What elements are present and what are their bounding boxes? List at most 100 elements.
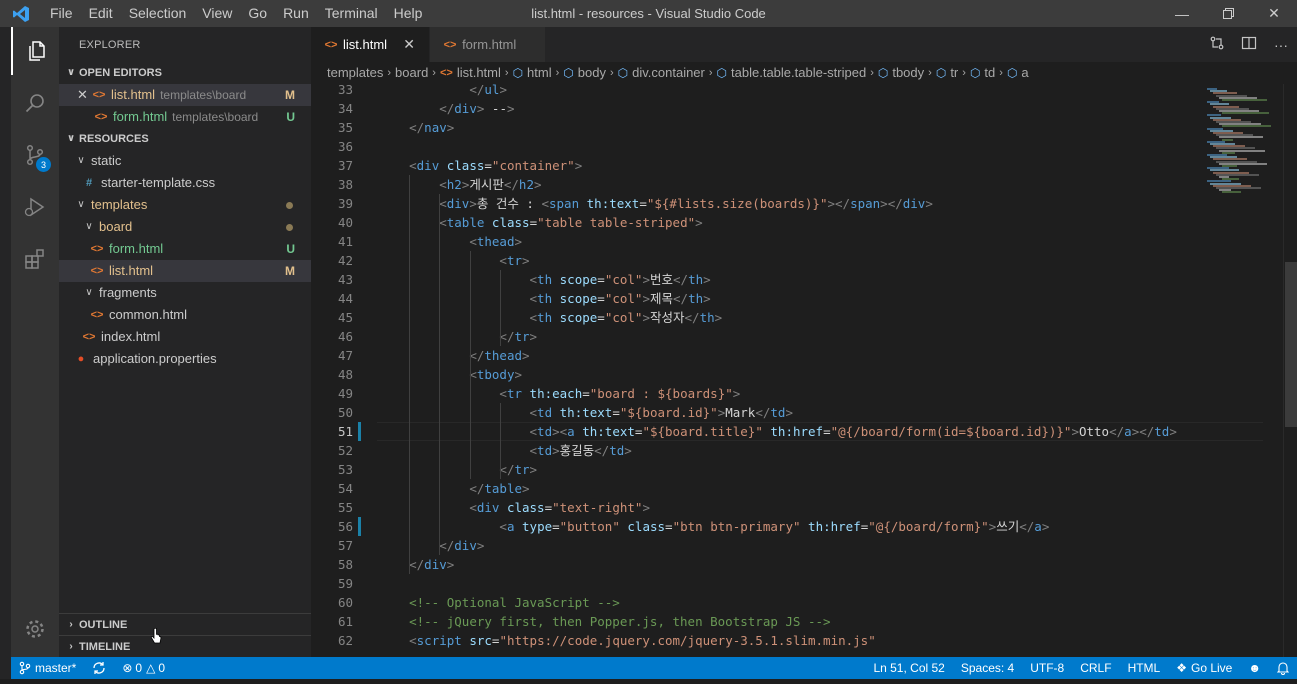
vertical-scrollbar[interactable]	[1283, 84, 1297, 657]
notifications-bell-icon[interactable]	[1269, 657, 1297, 679]
code-line[interactable]: </tr>	[379, 327, 537, 346]
code-line[interactable]: <td>홍길동</td>	[379, 441, 632, 460]
symbol-element-icon: ⬡	[1006, 66, 1018, 80]
language-mode[interactable]: HTML	[1120, 657, 1169, 679]
source-control-icon[interactable]: 3	[11, 131, 59, 179]
code-line[interactable]: </nav>	[379, 118, 454, 137]
code-line[interactable]: </ul>	[379, 84, 507, 99]
code-line[interactable]: </tr>	[379, 460, 537, 479]
search-icon[interactable]	[11, 79, 59, 127]
more-actions-icon[interactable]: ···	[1265, 37, 1297, 53]
code-line[interactable]: </div>	[379, 536, 484, 555]
minimize-icon[interactable]: —	[1159, 0, 1205, 27]
code-line[interactable]: <a type="button" class="btn btn-primary"…	[379, 517, 1049, 536]
cursor-position[interactable]: Ln 51, Col 52	[865, 657, 952, 679]
settings-gear-icon[interactable]	[11, 605, 59, 653]
scrollbar-thumb[interactable]	[1285, 262, 1297, 427]
code-line[interactable]: <tr>	[379, 251, 529, 270]
open-editors-header[interactable]: ∨ OPEN EDITORS	[59, 62, 311, 84]
html-file-icon: <>	[443, 38, 457, 51]
tree-folder-board[interactable]: ∨ board	[59, 216, 311, 238]
code-line[interactable]: </div>	[379, 555, 454, 574]
breadcrumb-item[interactable]: › ⬡ td	[958, 62, 995, 84]
code-line[interactable]: <th scope="col">작성자</th>	[379, 308, 723, 327]
breadcrumb-item[interactable]: templates	[327, 62, 383, 84]
encoding-status[interactable]: UTF-8	[1022, 657, 1072, 679]
css-file-icon: #	[85, 177, 93, 189]
menu-go[interactable]: Go	[240, 0, 275, 27]
menu-file[interactable]: File	[42, 0, 81, 27]
run-debug-icon[interactable]	[11, 183, 59, 231]
code-line[interactable]: </thead>	[379, 346, 529, 365]
code-line[interactable]: </table>	[379, 479, 529, 498]
branch-status[interactable]: master*	[11, 657, 84, 679]
problems-status[interactable]: ⊗ 0 △ 0	[114, 657, 173, 679]
menu-edit[interactable]: Edit	[81, 0, 121, 27]
breadcrumb-item[interactable]: › ⬡ a	[995, 62, 1028, 84]
tree-file-form-html[interactable]: <> form.html U	[59, 238, 311, 260]
code-editor[interactable]: 33 34 35 36 37 38 39 40 41 42 43 44 45 46 47 48 49 50 51 52…	[311, 84, 1297, 657]
code-line[interactable]: <td><a th:text="${board.title}" th:href=…	[379, 422, 1177, 441]
breadcrumb-item[interactable]: › ⬡ body	[552, 62, 606, 84]
go-live-button[interactable]: ❖ Go Live	[1168, 657, 1240, 679]
breadcrumb-item[interactable]: › ⬡ table.table.table-striped	[705, 62, 866, 84]
sync-icon[interactable]	[84, 657, 114, 679]
restore-icon[interactable]	[1205, 0, 1251, 27]
tab-form-html[interactable]: <> form.html	[430, 27, 547, 62]
explorer-icon[interactable]	[11, 27, 59, 75]
close-window-icon[interactable]: ✕	[1251, 0, 1297, 27]
indentation-status[interactable]: Spaces: 4	[953, 657, 1022, 679]
tree-file-list-html[interactable]: <> list.html M	[59, 260, 311, 282]
code-line[interactable]: <th scope="col">번호</th>	[379, 270, 711, 289]
modified-badge: M	[285, 264, 295, 278]
code-line[interactable]: <h2>게시판</h2>	[379, 175, 541, 194]
breadcrumb-item[interactable]: › board	[383, 62, 428, 84]
tree-folder-static[interactable]: ∨ static	[59, 150, 311, 172]
code-line[interactable]: <div>총 건수 : <span th:text="${#lists.size…	[379, 194, 933, 213]
code-line[interactable]: <script src="https://code.jquery.com/jqu…	[379, 631, 876, 650]
breadcrumb-item[interactable]: › ⬡ tr	[924, 62, 958, 84]
tree-file-common-html[interactable]: <> common.html	[59, 304, 311, 326]
tree-folder-fragments[interactable]: ∨ fragments	[59, 282, 311, 304]
breadcrumb-item[interactable]: › ⬡ div.container	[606, 62, 705, 84]
feedback-icon[interactable]: ☻	[1240, 657, 1269, 679]
menu-terminal[interactable]: Terminal	[317, 0, 386, 27]
chevron-right-icon: ›	[609, 67, 614, 79]
extensions-icon[interactable]	[11, 235, 59, 283]
open-changes-icon[interactable]	[1201, 35, 1233, 54]
menu-selection[interactable]: Selection	[121, 0, 195, 27]
eol-status[interactable]: CRLF	[1072, 657, 1119, 679]
breadcrumb-item[interactable]: › <> list.html	[428, 62, 501, 84]
menu-help[interactable]: Help	[386, 0, 431, 27]
code-line[interactable]: <table class="table table-striped">	[379, 213, 702, 232]
breadcrumb-item[interactable]: › ⬡ html	[501, 62, 552, 84]
code-line[interactable]: <div class="text-right">	[379, 498, 650, 517]
minimap[interactable]	[1203, 84, 1283, 657]
tree-file-application-properties[interactable]: ● application.properties	[59, 348, 311, 370]
close-icon[interactable]: ✕	[77, 84, 91, 106]
close-icon[interactable]: ✕	[401, 36, 417, 53]
code-line[interactable]: <!-- Optional JavaScript -->	[379, 593, 620, 612]
code-line[interactable]: <div class="container">	[379, 156, 582, 175]
timeline-header[interactable]: › TIMELINE	[59, 636, 311, 658]
menu-view[interactable]: View	[194, 0, 240, 27]
explorer-title: EXPLORER	[79, 39, 141, 51]
split-editor-icon[interactable]	[1233, 35, 1265, 54]
open-editor-form-html[interactable]: <> form.html templates\board U	[59, 106, 311, 128]
code-line[interactable]: <td th:text="${board.id}">Mark</td>	[379, 403, 793, 422]
code-line[interactable]: </div> -->	[379, 99, 514, 118]
tab-list-html[interactable]: <> list.html ✕	[311, 27, 431, 62]
tree-folder-templates[interactable]: ∨ templates	[59, 194, 311, 216]
open-editor-list-html[interactable]: ✕ <> list.html templates\board M	[59, 84, 311, 106]
code-line[interactable]: <th scope="col">제목</th>	[379, 289, 711, 308]
code-line[interactable]: <tbody>	[379, 365, 522, 384]
code-line[interactable]: <tr th:each="board : ${boards}">	[379, 384, 740, 403]
breadcrumb-item[interactable]: › ⬡ tbody	[866, 62, 924, 84]
tree-file-index-html[interactable]: <> index.html	[59, 326, 311, 348]
tree-file-starter-template-css[interactable]: # starter-template.css	[59, 172, 311, 194]
code-line[interactable]: <!-- jQuery first, then Popper.js, then …	[379, 612, 830, 631]
outline-header[interactable]: › OUTLINE	[59, 614, 311, 636]
code-line[interactable]: <thead>	[379, 232, 522, 251]
resources-header[interactable]: ∨ RESOURCES	[59, 128, 311, 150]
menu-run[interactable]: Run	[275, 0, 317, 27]
